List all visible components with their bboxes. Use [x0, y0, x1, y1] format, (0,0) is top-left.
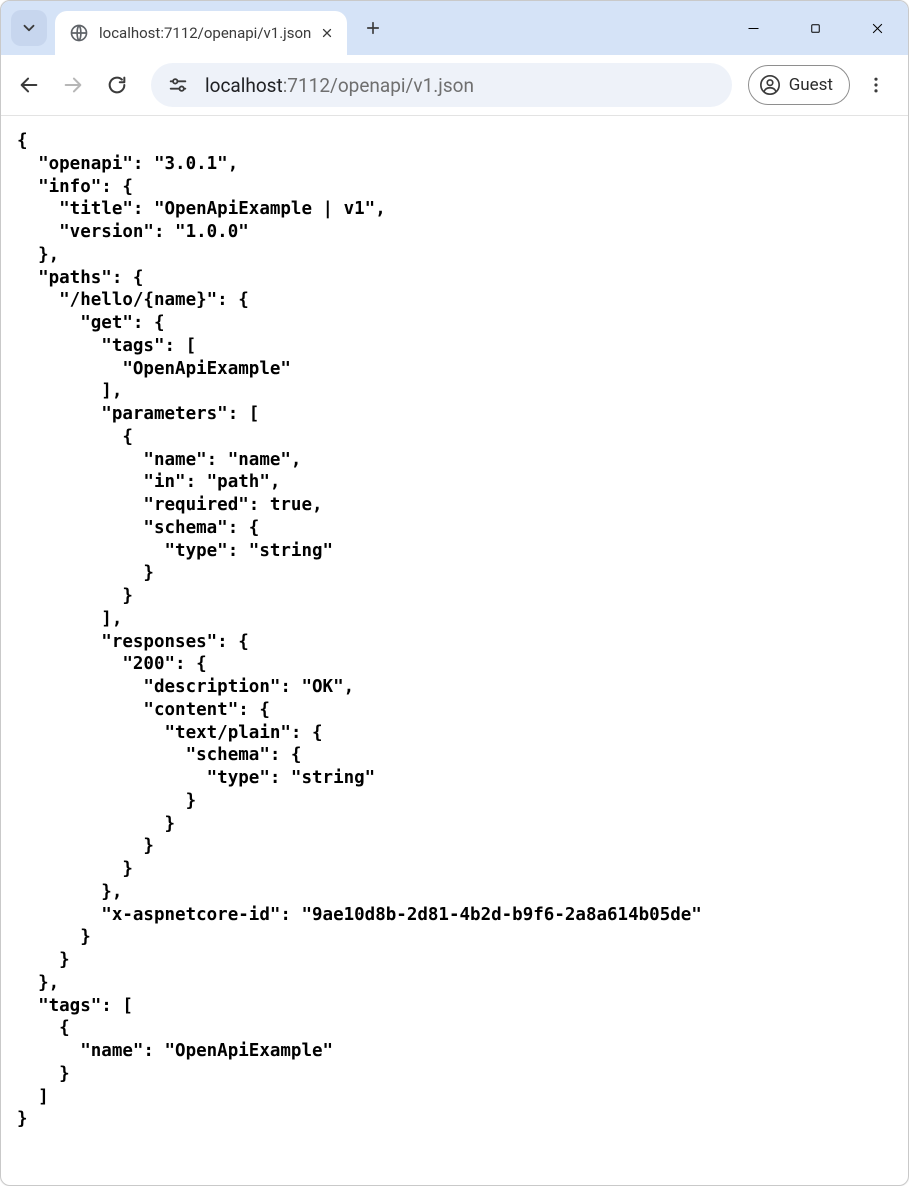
new-tab-button[interactable] — [355, 10, 391, 46]
tune-icon — [167, 74, 189, 96]
back-button[interactable] — [7, 63, 51, 107]
url-host: localhost — [205, 74, 283, 97]
plus-icon — [364, 19, 382, 37]
kebab-icon — [866, 75, 886, 95]
main-menu-button[interactable] — [854, 63, 898, 107]
browser-tab[interactable]: localhost:7112/openapi/v1.json — [55, 11, 347, 55]
tab-close-button[interactable] — [317, 23, 337, 43]
person-circle-icon — [759, 74, 781, 96]
maximize-button[interactable] — [784, 1, 846, 55]
globe-icon — [69, 23, 89, 43]
profile-label: Guest — [789, 75, 833, 95]
close-icon — [321, 27, 333, 39]
chevron-down-icon — [20, 19, 38, 37]
url-path: :7112/openapi/v1.json — [283, 74, 474, 97]
site-settings-button[interactable] — [165, 72, 191, 98]
tab-search-button[interactable] — [11, 10, 47, 46]
window-close-button[interactable] — [846, 1, 908, 55]
minimize-button[interactable] — [722, 1, 784, 55]
arrow-right-icon — [62, 74, 84, 96]
browser-window: localhost:7112/openapi/v1.json — [0, 0, 909, 1186]
tab-title: localhost:7112/openapi/v1.json — [99, 24, 311, 42]
minimize-icon — [746, 21, 761, 36]
close-icon — [870, 21, 885, 36]
json-body: { "openapi": "3.0.1", "info": { "title":… — [17, 130, 898, 1131]
reload-button[interactable] — [95, 63, 139, 107]
url-text: localhost:7112/openapi/v1.json — [205, 74, 474, 97]
toolbar: localhost:7112/openapi/v1.json Guest — [1, 55, 908, 115]
reload-icon — [106, 74, 128, 96]
titlebar: localhost:7112/openapi/v1.json — [1, 1, 908, 55]
window-controls — [722, 1, 908, 55]
forward-button[interactable] — [51, 63, 95, 107]
arrow-left-icon — [18, 74, 40, 96]
maximize-icon — [808, 21, 823, 36]
page-content[interactable]: { "openapi": "3.0.1", "info": { "title":… — [1, 116, 908, 1185]
profile-button[interactable]: Guest — [748, 65, 850, 105]
address-bar[interactable]: localhost:7112/openapi/v1.json — [151, 63, 732, 107]
